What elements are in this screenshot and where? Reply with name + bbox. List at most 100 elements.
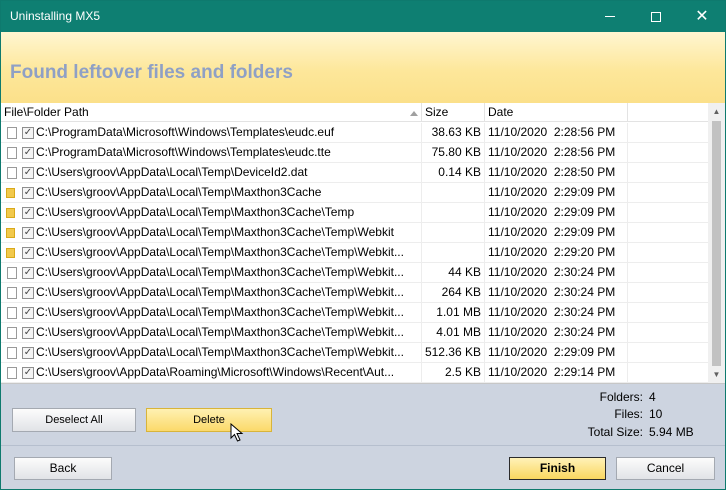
row-checkbox[interactable]: ✓ (22, 307, 34, 319)
filler-cell (628, 163, 708, 183)
row-checkbox[interactable]: ✓ (22, 347, 34, 359)
date-text: 11/10/2020 (488, 325, 548, 339)
row-checkbox[interactable]: ✓ (22, 207, 34, 219)
row-checkbox[interactable]: ✓ (22, 227, 34, 239)
date-cell: 11/10/2020 2:29:20 PM (485, 243, 628, 263)
row-checkbox[interactable]: ✓ (22, 247, 34, 259)
time-text: 2:30:24 PM (553, 305, 616, 319)
table-row[interactable]: ✓ C:\Users\groov\AppData\Local\Temp\Maxth… (1, 343, 708, 363)
time-text: 2:30:24 PM (553, 285, 616, 299)
date-text: 11/10/2020 (488, 245, 548, 259)
date-text: 11/10/2020 (488, 185, 548, 199)
table-row[interactable]: ✓ C:\Users\groov\AppData\Local\Temp\Maxth… (1, 243, 708, 263)
delete-button[interactable]: Delete (146, 408, 272, 432)
path-text: C:\Users\groov\AppData\Local\Temp\Maxtho… (36, 325, 404, 339)
row-checkbox[interactable]: ✓ (22, 147, 34, 159)
date-cell: 11/10/2020 2:30:24 PM (485, 303, 628, 323)
folder-icon (6, 228, 15, 238)
time-text: 2:28:56 PM (553, 125, 616, 139)
path-cell: ✓ C:\Users\groov\AppData\Local\Temp\Maxth… (1, 223, 422, 243)
cancel-button[interactable]: Cancel (616, 457, 715, 480)
back-button[interactable]: Back (14, 457, 112, 480)
table-row[interactable]: ✓ C:\ProgramData\Microsoft\Windows\Templa… (1, 123, 708, 143)
row-checkbox[interactable]: ✓ (22, 327, 34, 339)
table-row[interactable]: ✓ C:\Users\groov\AppData\Local\Temp\Maxth… (1, 203, 708, 223)
row-checkbox[interactable]: ✓ (22, 287, 34, 299)
total-size-label: Total Size: (587, 425, 643, 439)
folders-count: 4 (649, 390, 656, 404)
table-row[interactable]: ✓ C:\Users\groov\AppData\Roaming\Microsof… (1, 363, 708, 383)
maximize-button[interactable] (633, 1, 679, 32)
date-cell: 11/10/2020 2:28:56 PM (485, 143, 628, 163)
row-checkbox[interactable]: ✓ (22, 167, 34, 179)
window-title: Uninstalling MX5 (10, 9, 101, 23)
path-cell: ✓ C:\Users\groov\AppData\Local\Temp\Maxth… (1, 283, 422, 303)
finish-button[interactable]: Finish (509, 457, 606, 480)
table-row[interactable]: ✓ C:\Users\groov\AppData\Local\Temp\Maxth… (1, 183, 708, 203)
column-header-filler (628, 103, 708, 122)
list-rows: ✓ C:\ProgramData\Microsoft\Windows\Templa… (1, 123, 708, 383)
date-text: 11/10/2020 (488, 265, 548, 279)
title-bar[interactable]: Uninstalling MX5 ✕ (1, 1, 725, 32)
path-cell: ✓ C:\Users\groov\AppData\Local\Temp\Maxth… (1, 263, 422, 283)
table-row[interactable]: ✓ C:\ProgramData\Microsoft\Windows\Templa… (1, 143, 708, 163)
date-text: 11/10/2020 (488, 165, 548, 179)
size-cell: 4.01 MB (422, 323, 485, 343)
time-text: 2:28:50 PM (553, 165, 616, 179)
size-cell: 44 KB (422, 263, 485, 283)
path-cell: ✓ C:\Users\groov\AppData\Local\Temp\Devic… (1, 163, 422, 183)
column-header-size[interactable]: Size (422, 103, 485, 122)
path-text: C:\Users\groov\AppData\Local\Temp\Maxtho… (36, 185, 322, 199)
row-checkbox[interactable]: ✓ (22, 127, 34, 139)
scroll-down-icon[interactable]: ▼ (708, 366, 725, 383)
column-header-path[interactable]: File\Folder Path (1, 103, 422, 122)
path-text: C:\Users\groov\AppData\Local\Temp\Maxtho… (36, 205, 355, 219)
folder-icon (6, 188, 15, 198)
column-header-date[interactable]: Date (485, 103, 628, 122)
table-row[interactable]: ✓ C:\Users\groov\AppData\Local\Temp\Maxth… (1, 263, 708, 283)
maximize-icon (651, 11, 661, 22)
filler-cell (628, 203, 708, 223)
vertical-scrollbar[interactable]: ▲ ▼ (708, 103, 725, 383)
table-row[interactable]: ✓ C:\Users\groov\AppData\Local\Temp\Maxth… (1, 323, 708, 343)
sort-ascending-icon (410, 111, 418, 116)
row-checkbox[interactable]: ✓ (22, 367, 34, 379)
time-text: 2:30:24 PM (553, 325, 616, 339)
size-cell (422, 223, 485, 243)
path-text: C:\Users\groov\AppData\Local\Temp\Maxtho… (36, 345, 404, 359)
leftover-list[interactable]: File\Folder Path Size Date ✓ C:\ProgramDa… (1, 103, 725, 384)
date-cell: 11/10/2020 2:28:56 PM (485, 123, 628, 143)
path-text: C:\ProgramData\Microsoft\Windows\Templat… (36, 125, 335, 139)
filler-cell (628, 283, 708, 303)
table-row[interactable]: ✓ C:\Users\groov\AppData\Local\Temp\Maxth… (1, 223, 708, 243)
date-text: 11/10/2020 (488, 225, 548, 239)
path-cell: ✓ C:\Users\groov\AppData\Roaming\Microsof… (1, 363, 422, 383)
row-checkbox[interactable]: ✓ (22, 187, 34, 199)
mouse-cursor-icon (230, 423, 244, 442)
table-row[interactable]: ✓ C:\Users\groov\AppData\Local\Temp\Devic… (1, 163, 708, 183)
path-cell: ✓ C:\Users\groov\AppData\Local\Temp\Maxth… (1, 183, 422, 203)
file-icon (7, 287, 17, 299)
scroll-up-icon[interactable]: ▲ (708, 103, 725, 120)
time-text: 2:29:09 PM (553, 185, 616, 199)
minimize-button[interactable] (587, 1, 633, 32)
file-icon (7, 367, 17, 379)
scrollbar-thumb[interactable] (712, 121, 721, 366)
folder-icon (6, 248, 15, 258)
file-icon (7, 167, 17, 179)
time-text: 2:29:14 PM (553, 365, 616, 379)
date-cell: 11/10/2020 2:28:50 PM (485, 163, 628, 183)
time-text: 2:29:20 PM (553, 245, 616, 259)
action-panel: Deselect All Delete Folders: 4 Files: 10… (1, 384, 725, 489)
close-button[interactable]: ✕ (679, 1, 725, 32)
size-cell: 1.01 MB (422, 303, 485, 323)
row-checkbox[interactable]: ✓ (22, 267, 34, 279)
date-text: 11/10/2020 (488, 145, 548, 159)
file-icon (7, 267, 17, 279)
file-icon (7, 327, 17, 339)
table-row[interactable]: ✓ C:\Users\groov\AppData\Local\Temp\Maxth… (1, 303, 708, 323)
size-cell (422, 243, 485, 263)
deselect-all-button[interactable]: Deselect All (12, 408, 136, 432)
total-size-value: 5.94 MB (649, 425, 694, 439)
table-row[interactable]: ✓ C:\Users\groov\AppData\Local\Temp\Maxth… (1, 283, 708, 303)
